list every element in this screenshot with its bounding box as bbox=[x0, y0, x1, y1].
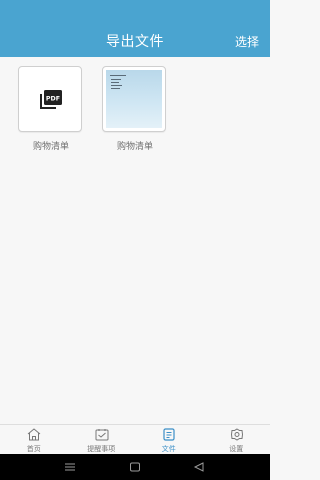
tab-label: 提醒事项 bbox=[87, 445, 116, 453]
file-thumbnail[interactable]: PDF bbox=[18, 66, 82, 132]
page-title: 导出文件 bbox=[106, 34, 164, 50]
tab-files[interactable]: 文件 bbox=[135, 425, 203, 455]
tab-label: 文件 bbox=[161, 445, 176, 453]
gear-icon bbox=[230, 428, 243, 441]
pdf-file-icon: PDF bbox=[40, 90, 62, 109]
file-item[interactable]: 购物清单 bbox=[102, 66, 168, 152]
menu-icon[interactable] bbox=[64, 462, 76, 472]
app-header: 导出文件 选择 bbox=[0, 0, 270, 57]
tab-home[interactable]: 首页 bbox=[0, 425, 68, 455]
home-square-icon[interactable] bbox=[129, 462, 141, 472]
file-name: 购物清单 bbox=[32, 142, 69, 152]
system-navigation-bar bbox=[0, 454, 270, 480]
bottom-tab-bar: 首页 提醒事项 文件 设置 bbox=[0, 424, 270, 455]
tab-settings[interactable]: 设置 bbox=[203, 425, 271, 455]
tab-label: 设置 bbox=[229, 445, 244, 453]
tab-reminders[interactable]: 提醒事项 bbox=[68, 425, 136, 455]
home-icon bbox=[27, 428, 41, 441]
tab-label: 首页 bbox=[26, 445, 41, 453]
file-thumbnail[interactable] bbox=[102, 66, 166, 132]
pdf-badge-text: PDF bbox=[46, 96, 60, 103]
image-preview bbox=[106, 70, 162, 128]
back-triangle-icon[interactable] bbox=[193, 462, 205, 472]
file-name: 购物清单 bbox=[116, 142, 153, 152]
select-button[interactable]: 选择 bbox=[235, 33, 259, 50]
file-icon bbox=[163, 428, 175, 441]
reminder-icon bbox=[95, 429, 108, 441]
file-item[interactable]: PDF 购物清单 bbox=[18, 66, 84, 152]
